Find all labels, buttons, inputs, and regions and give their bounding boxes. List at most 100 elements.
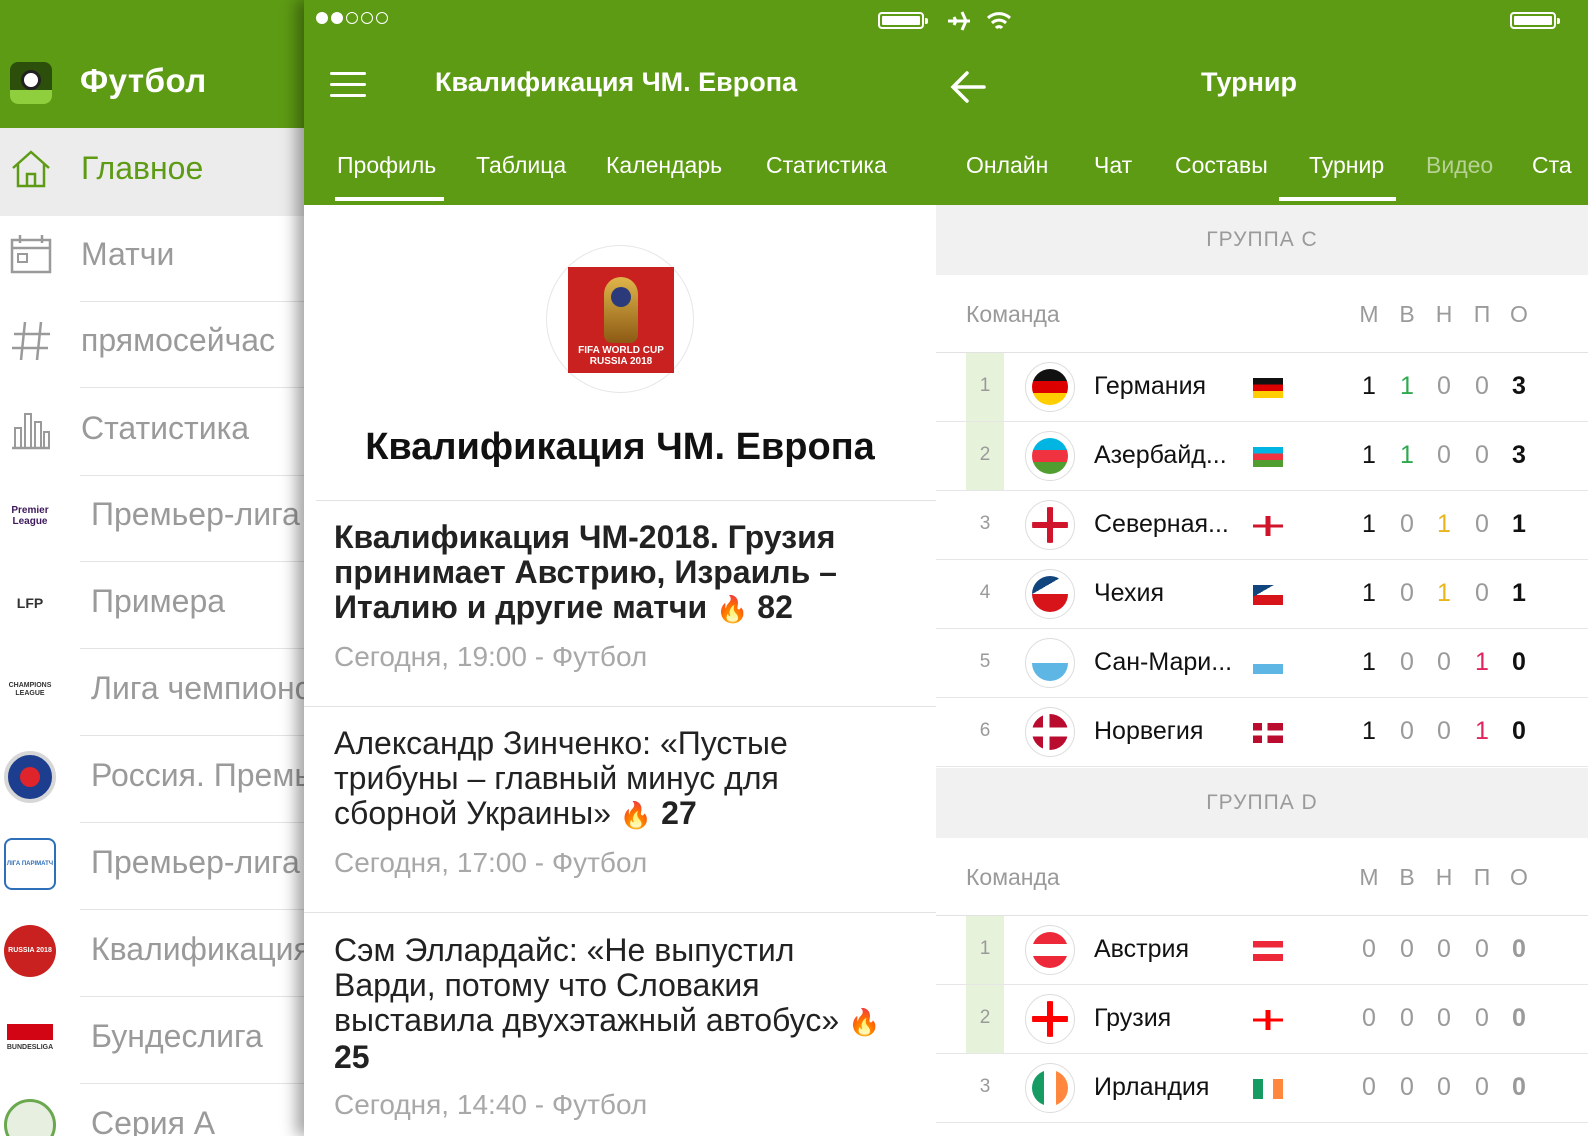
stat-pts: 0 — [1512, 1004, 1526, 1032]
column-points: О — [1510, 864, 1528, 890]
table-row[interactable]: 2 Азербайд... 1 1 0 0 3 — [936, 422, 1588, 491]
menu-item-label: прямосейчас — [81, 322, 276, 358]
menu-item-statistics[interactable]: Статистика — [0, 388, 312, 476]
table-row[interactable]: 5 Сан-Мари... 1 0 0 1 0 — [936, 629, 1588, 698]
stat-pts: 0 — [1512, 935, 1526, 963]
menu-item-label: Матчи — [81, 236, 175, 272]
tab-chat[interactable]: Чат — [1094, 152, 1132, 179]
battery-icon — [1510, 12, 1560, 29]
stat-d: 0 — [1437, 441, 1451, 469]
column-losses: П — [1473, 864, 1491, 890]
column-wins: В — [1399, 864, 1415, 890]
menu-item-russia-premier[interactable]: Россия. Премьер-лига — [0, 735, 312, 823]
menu-item-premier-league[interactable]: Premier League Премьер-лига — [0, 474, 312, 562]
menu-icon[interactable] — [330, 72, 366, 98]
stat-w: 0 — [1400, 510, 1414, 538]
column-points: О — [1510, 301, 1528, 327]
team-emblem — [1025, 925, 1075, 975]
tournament-screen: Турнир Онлайн Чат Составы Турнир Видео С… — [936, 0, 1588, 1136]
back-arrow-icon[interactable] — [950, 70, 986, 104]
menu-item-primera[interactable]: LFP Примера — [0, 561, 312, 649]
norway-flag — [1253, 723, 1283, 743]
news-item[interactable]: Александр Зинченко: «Пустые трибуны – гл… — [334, 726, 904, 879]
menu-item-matches[interactable]: Матчи — [0, 214, 312, 302]
menu-item-label: Статистика — [81, 410, 250, 446]
stat-m: 1 — [1362, 441, 1376, 469]
stat-pts: 3 — [1512, 372, 1526, 400]
stat-l: 0 — [1475, 935, 1489, 963]
table-row[interactable]: 4 Чехия 1 0 1 0 1 — [936, 560, 1588, 629]
premier-league-logo: Premier League — [11, 505, 49, 527]
stat-w: 0 — [1400, 1004, 1414, 1032]
tab-statistics[interactable]: Статистика — [766, 152, 887, 179]
team-name: Северная... — [1094, 510, 1229, 538]
northern-ireland-flag — [1253, 516, 1283, 536]
menu-item-live[interactable]: прямосейчас — [0, 300, 312, 388]
position: 3 — [979, 513, 991, 534]
tab-calendar[interactable]: Календарь — [606, 152, 722, 179]
team-name: Сан-Мари... — [1094, 648, 1233, 676]
team-name: Грузия — [1094, 1004, 1172, 1032]
menu-item-ukraine-premier[interactable]: ЛІГА ПАРІМАТЧ Премьер-лига — [0, 822, 312, 910]
tab-online[interactable]: Онлайн — [966, 152, 1048, 179]
ukraine-premier-logo: ЛІГА ПАРІМАТЧ — [4, 838, 56, 890]
news-item[interactable]: Квалификация ЧМ-2018. Грузия принимает А… — [334, 520, 904, 673]
stat-m: 0 — [1362, 935, 1376, 963]
stat-pts: 3 — [1512, 441, 1526, 469]
stat-l: 0 — [1475, 1004, 1489, 1032]
stat-m: 1 — [1362, 372, 1376, 400]
table-row[interactable]: 3 Северная... 1 0 1 0 1 — [936, 491, 1588, 560]
menu-item-wc-qualification[interactable]: RUSSIA 2018 Квалификация ЧМ — [0, 909, 312, 997]
column-team: Команда — [966, 864, 1060, 890]
competition-profile-screen: Квалификация ЧМ. Европа Профиль Таблица … — [304, 0, 936, 1136]
team-name: Австрия — [1094, 935, 1190, 963]
stat-m: 0 — [1362, 1004, 1376, 1032]
menu-item-champions-league[interactable]: CHAMPIONS LEAGUE Лига чемпионов — [0, 648, 312, 736]
menu-header: Футбол — [0, 0, 312, 128]
news-item[interactable]: Сэм Эллардайс: «Не выпустил Варди, потом… — [334, 933, 904, 1121]
team-emblem — [1025, 362, 1075, 412]
position: 5 — [979, 651, 991, 672]
bar-chart-icon — [12, 413, 50, 450]
menu-item-serie-a[interactable]: Серия А — [0, 1083, 312, 1136]
stat-l: 1 — [1475, 717, 1489, 745]
team-name: Азербайд... — [1094, 441, 1227, 469]
group-header: ГРУППА D — [936, 768, 1588, 838]
san-marino-flag — [1253, 654, 1283, 674]
team-emblem — [1025, 638, 1075, 688]
menu-item-bundesliga[interactable]: BUNDESLIGA Бундеслига — [0, 996, 312, 1084]
divider — [316, 500, 936, 501]
table-row[interactable]: 1 Австрия 0 0 0 0 0 — [936, 916, 1588, 985]
stat-pts: 0 — [1512, 1073, 1526, 1101]
team-emblem — [1025, 707, 1075, 757]
table-row[interactable]: 3 Ирландия 0 0 0 0 0 — [936, 1054, 1588, 1123]
hashtag-icon — [12, 321, 50, 361]
tab-video[interactable]: Видео — [1426, 152, 1493, 179]
divider — [304, 912, 936, 913]
column-losses: П — [1473, 301, 1491, 327]
stat-d: 0 — [1437, 935, 1451, 963]
signal-icon — [316, 12, 388, 24]
position: 4 — [979, 582, 991, 603]
stat-w: 0 — [1400, 579, 1414, 607]
stat-d: 1 — [1437, 510, 1451, 538]
menu-item-home[interactable]: Главное — [0, 128, 312, 216]
stat-w: 0 — [1400, 648, 1414, 676]
table-row[interactable]: 6 Норвегия 1 0 0 1 0 — [936, 698, 1588, 767]
menu-item-label: Лига чемпионов — [91, 670, 312, 706]
stat-pts: 0 — [1512, 648, 1526, 676]
team-name: Ирландия — [1094, 1073, 1210, 1101]
tab-table[interactable]: Таблица — [476, 152, 566, 179]
table-row[interactable]: 1 Германия 1 1 0 0 3 — [936, 353, 1588, 422]
tab-profile[interactable]: Профиль — [337, 152, 436, 179]
tab-lineups[interactable]: Составы — [1175, 152, 1268, 179]
tab-tournament[interactable]: Турнир — [1309, 152, 1384, 179]
fire-icon: 🔥 — [716, 594, 749, 624]
tab-stats[interactable]: Ста — [1532, 152, 1572, 179]
table-row[interactable]: 2 Грузия 0 0 0 0 0 — [936, 985, 1588, 1054]
trophy-icon — [604, 277, 638, 343]
menu-item-label: Россия. Премьер-лига — [91, 757, 312, 793]
team-name: Чехия — [1094, 579, 1165, 607]
stat-m: 1 — [1362, 717, 1376, 745]
menu-item-label: Бундеслига — [91, 1018, 263, 1054]
